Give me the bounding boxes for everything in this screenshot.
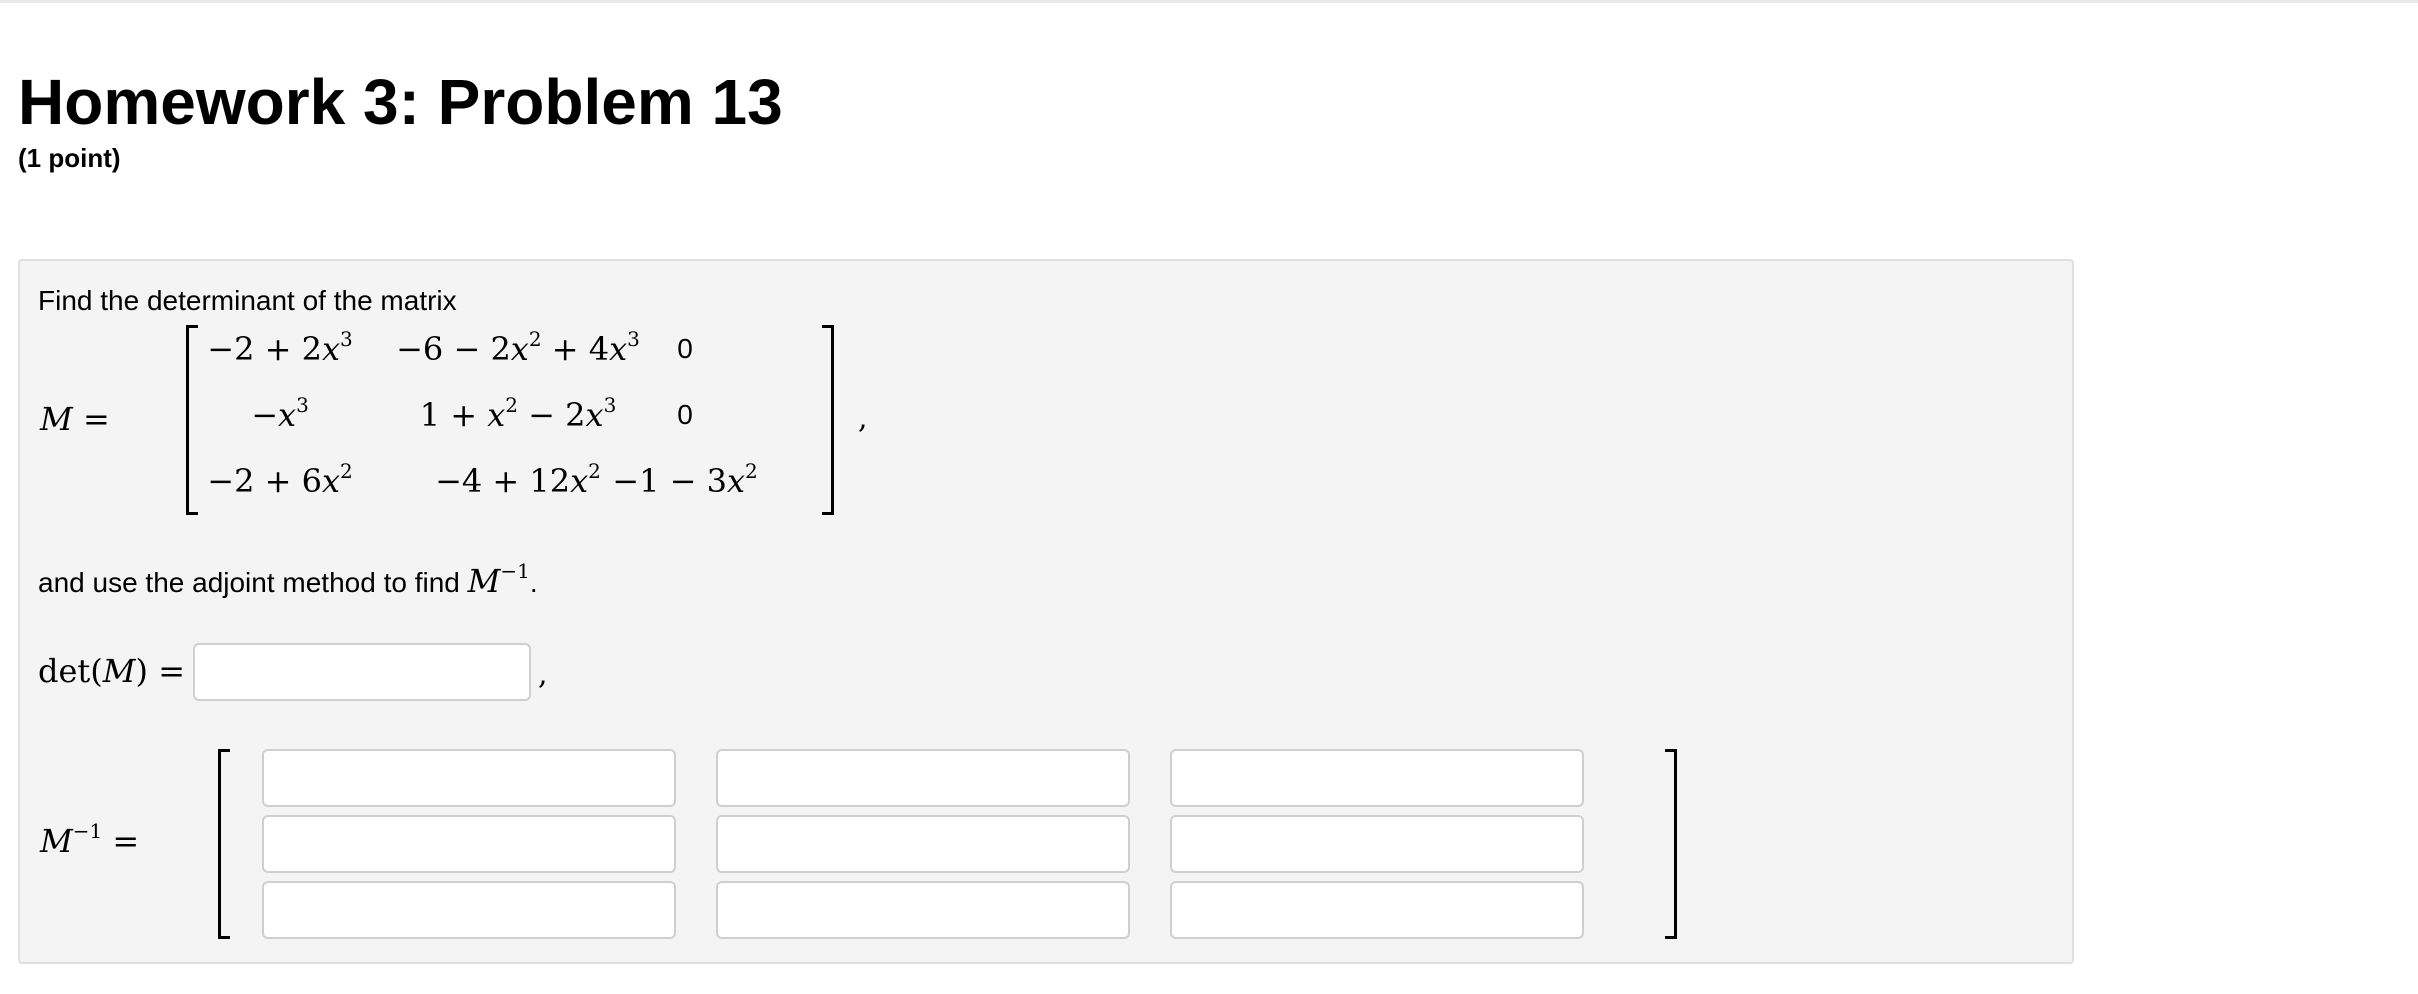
- matrix-cell-r1-c3: 0: [677, 333, 693, 364]
- inverse-entry-r2-c3[interactable]: [1170, 815, 1584, 873]
- matrix-cell-r1-c1: −2 + 2x3: [207, 327, 353, 368]
- det-label: det(M) =: [38, 651, 185, 691]
- inverse-label-exponent: −1: [72, 819, 103, 843]
- inverse-left-bracket: [218, 749, 230, 939]
- page-title: Homework 3: Problem 13: [18, 66, 783, 138]
- matrix-label-text: =: [82, 400, 110, 438]
- inverse-symbol-exponent: −1: [500, 559, 530, 583]
- matrix-cell-r3-c3: −1 − 3x2: [612, 459, 758, 500]
- inverse-right-bracket: [1665, 749, 1677, 939]
- inverse-symbol-m: M: [467, 562, 501, 600]
- inverse-symbol: M−1: [467, 559, 530, 600]
- adjoint-instruction: and use the adjoint method to find M−1.: [38, 561, 538, 601]
- matrix-right-bracket: [822, 325, 834, 515]
- instruction-period: .: [529, 567, 538, 598]
- inverse-entry-r1-c2[interactable]: [716, 749, 1130, 807]
- inverse-entry-r2-c2[interactable]: [716, 815, 1130, 873]
- inverse-label-m: M: [40, 822, 73, 860]
- det-trailing-comma: ,: [538, 657, 548, 692]
- matrix-cell-r3-c1: −2 + 6x2: [207, 459, 353, 500]
- matrix-cell-r2-c3: 0: [677, 399, 693, 430]
- problem-intro-text: Find the determinant of the matrix: [38, 285, 457, 316]
- inverse-entry-r2-c1[interactable]: [262, 815, 676, 873]
- det-label-text: det(M) =: [38, 652, 185, 690]
- inverse-entry-r1-c1[interactable]: [262, 749, 676, 807]
- matrix-label: M =: [40, 400, 110, 438]
- det-answer-input[interactable]: [193, 643, 531, 701]
- matrix-trailing-comma: ,: [858, 401, 868, 436]
- inverse-label-equals: =: [112, 822, 140, 860]
- inverse-entry-r3-c2[interactable]: [716, 881, 1130, 939]
- matrix-cell-r2-c1: −x3: [251, 393, 309, 434]
- problem-points: (1 point): [18, 143, 121, 173]
- inverse-entry-r3-c1[interactable]: [262, 881, 676, 939]
- inverse-entry-r3-c3[interactable]: [1170, 881, 1584, 939]
- adjoint-instruction-text: and use the adjoint method to find: [38, 567, 460, 598]
- inverse-label: M−1 =: [40, 821, 139, 861]
- top-divider: [0, 0, 2418, 3]
- problem-panel: Find the determinant of the matrix M = −…: [18, 259, 2074, 964]
- inverse-entry-r1-c3[interactable]: [1170, 749, 1584, 807]
